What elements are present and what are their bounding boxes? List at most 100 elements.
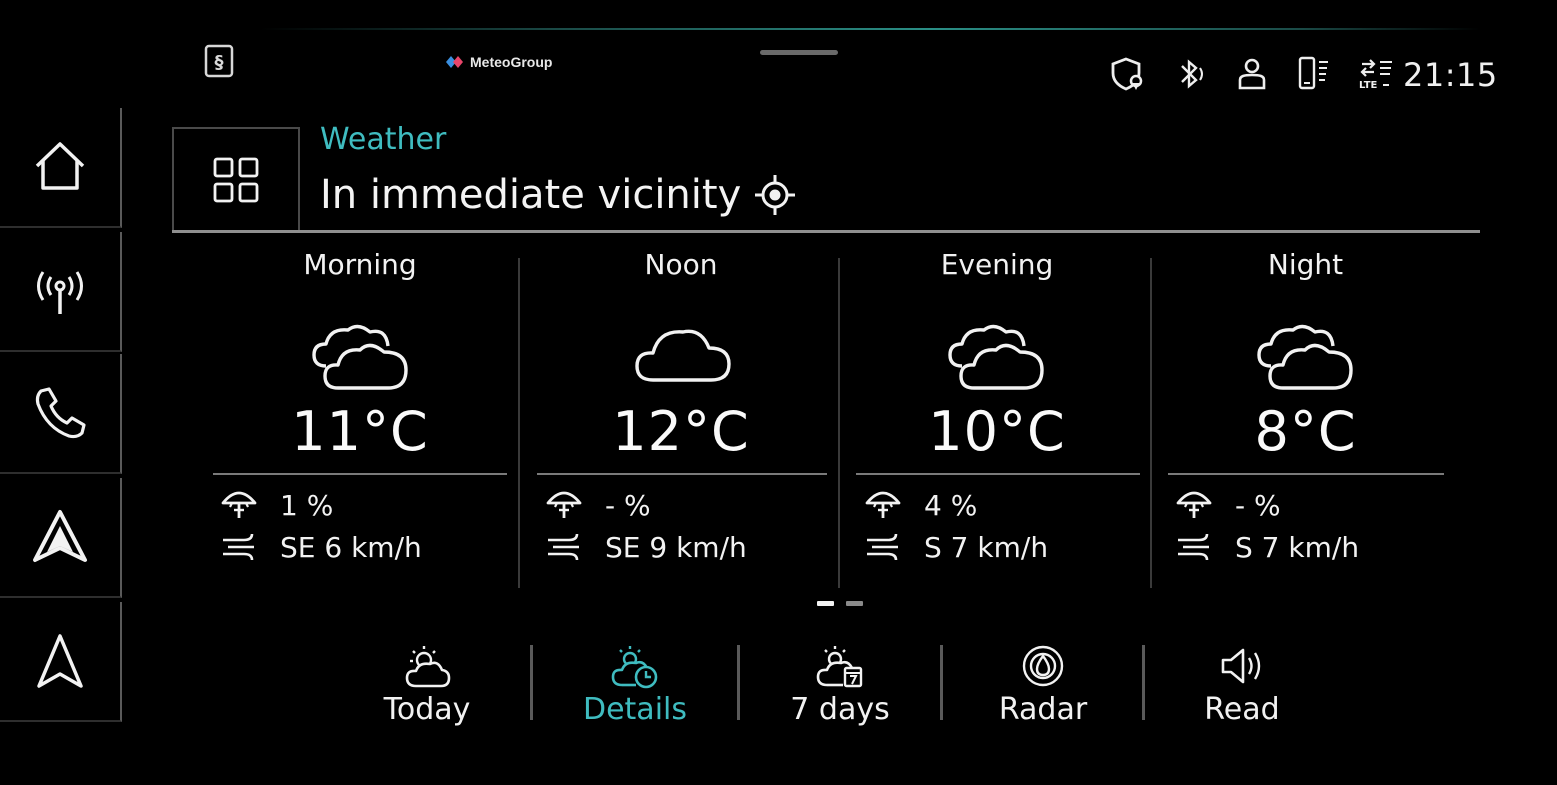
- tab-read[interactable]: Read: [1147, 640, 1337, 730]
- document-icon[interactable]: §: [203, 43, 237, 79]
- precipitation-row: - %: [1175, 488, 1281, 522]
- tab-label: Radar: [998, 692, 1088, 727]
- wind-value: SE 6 km/h: [280, 530, 422, 564]
- cloudy-icon: [312, 324, 408, 390]
- period-label: Night: [1267, 248, 1344, 281]
- wind-icon: [223, 533, 254, 561]
- svg-text:§: §: [215, 52, 224, 73]
- sun-cloud-icon: [405, 646, 451, 688]
- precipitation-row: - %: [545, 488, 651, 522]
- tab-separator: [1142, 645, 1145, 720]
- brand-name: MeteoGroup: [470, 54, 553, 70]
- rail-item-navigation[interactable]: [0, 602, 122, 722]
- card-divider: [1168, 473, 1444, 475]
- tab-separator: [940, 645, 943, 720]
- phone-icon: [35, 387, 86, 439]
- card-divider: [213, 473, 507, 475]
- wind-value: S 7 km/h: [1235, 530, 1360, 564]
- column-divider: [838, 258, 840, 588]
- pull-down-handle[interactable]: [760, 50, 838, 55]
- cloud-icon: [635, 329, 731, 382]
- radar-icon: [1022, 645, 1064, 687]
- tab-label: Read: [1204, 692, 1280, 727]
- tab-today[interactable]: Today: [332, 640, 522, 730]
- period-label: Noon: [644, 248, 718, 281]
- radio-antenna-icon: [37, 271, 83, 314]
- umbrella-icon: [1176, 491, 1212, 518]
- user-profile-icon[interactable]: [1232, 54, 1272, 94]
- forecast-card-morning[interactable]: Morning 11°C 1 % SE 6 km/h: [210, 240, 510, 600]
- precipitation-value: 1 %: [280, 488, 334, 522]
- umbrella-icon: [865, 491, 901, 518]
- svg-text:LTE: LTE: [1359, 80, 1378, 91]
- tab-details[interactable]: Details: [540, 640, 730, 730]
- wind-icon: [867, 533, 898, 561]
- tab-7-days[interactable]: 7 days: [745, 640, 935, 730]
- speaker-icon: [1221, 648, 1261, 684]
- navigation-arrow-icon: [37, 634, 83, 688]
- rail-item-phone[interactable]: [0, 354, 122, 474]
- wind-icon: [1178, 533, 1209, 561]
- wind-icon: [548, 533, 579, 561]
- left-rail: [0, 108, 124, 726]
- precipitation-row: 4 %: [864, 488, 977, 522]
- precipitation-value: 4 %: [924, 488, 978, 522]
- bluetooth-icon[interactable]: [1170, 54, 1210, 94]
- lte-data-icon[interactable]: LTE: [1356, 54, 1396, 94]
- location-label: In immediate vicinity: [320, 172, 742, 218]
- shield-location-icon[interactable]: [1108, 54, 1148, 94]
- clock: 21:15: [1403, 56, 1498, 94]
- apps-grid-button[interactable]: [172, 127, 300, 230]
- card-divider: [537, 473, 827, 475]
- tab-separator: [737, 645, 740, 720]
- sun-cloud-calendar-icon: [816, 646, 863, 688]
- home-icon: [35, 142, 85, 190]
- tab-label: Today: [383, 692, 471, 727]
- cloudy-icon: [948, 324, 1044, 390]
- wind-value: S 7 km/h: [924, 530, 1049, 564]
- forecast-card-noon[interactable]: Noon 12°C - % SE 9 km/h: [535, 240, 827, 600]
- forecast-card-night[interactable]: Night 8°C - % S 7 km/h: [1163, 240, 1448, 600]
- grid-icon: [213, 157, 259, 202]
- cloudy-icon: [1257, 324, 1353, 390]
- umbrella-icon: [546, 491, 582, 518]
- card-divider: [856, 473, 1140, 475]
- page-indicator[interactable]: [846, 601, 863, 606]
- phone-signal-icon[interactable]: [1294, 54, 1334, 94]
- tab-radar[interactable]: Radar: [948, 640, 1138, 730]
- status-icons: LTE: [1108, 54, 1396, 94]
- column-divider: [518, 258, 520, 588]
- forecast-card-evening[interactable]: Evening 10°C 4 % S 7 km/h: [852, 240, 1142, 600]
- meteogroup-logo-icon: [446, 56, 463, 68]
- wind-row: SE 6 km/h: [220, 530, 422, 564]
- precipitation-value: - %: [1235, 488, 1281, 522]
- sun-cloud-clock-icon: [611, 646, 658, 689]
- wind-row: S 7 km/h: [1175, 530, 1359, 564]
- temperature: 12°C: [612, 400, 750, 463]
- android-auto-icon: [33, 510, 87, 562]
- brand-logo: MeteoGroup: [446, 54, 552, 70]
- weather-screen: § MeteoGroup LTE 21:15 Weather In immedi…: [0, 0, 1557, 785]
- rail-item-radio[interactable]: [0, 232, 122, 352]
- app-title: Weather: [320, 122, 447, 157]
- wind-row: SE 9 km/h: [545, 530, 747, 564]
- location-selector[interactable]: In immediate vicinity: [320, 172, 797, 218]
- column-divider: [1150, 258, 1152, 588]
- current-location-icon: [755, 175, 796, 215]
- top-accent-line: [260, 28, 1480, 30]
- temperature: 11°C: [291, 400, 429, 463]
- page-indicator-active[interactable]: [817, 601, 834, 606]
- temperature: 10°C: [928, 400, 1066, 463]
- precipitation-value: - %: [605, 488, 651, 522]
- temperature: 8°C: [1254, 400, 1357, 463]
- period-label: Evening: [940, 248, 1054, 281]
- tab-label: Details: [582, 692, 687, 727]
- tab-separator: [530, 645, 533, 720]
- wind-value: SE 9 km/h: [605, 530, 747, 564]
- wind-row: S 7 km/h: [864, 530, 1048, 564]
- rail-item-android-auto[interactable]: [0, 478, 122, 598]
- rail-item-home[interactable]: [0, 108, 122, 228]
- header-divider: [172, 230, 1480, 233]
- period-label: Morning: [303, 248, 417, 281]
- tab-label: 7 days: [790, 692, 890, 727]
